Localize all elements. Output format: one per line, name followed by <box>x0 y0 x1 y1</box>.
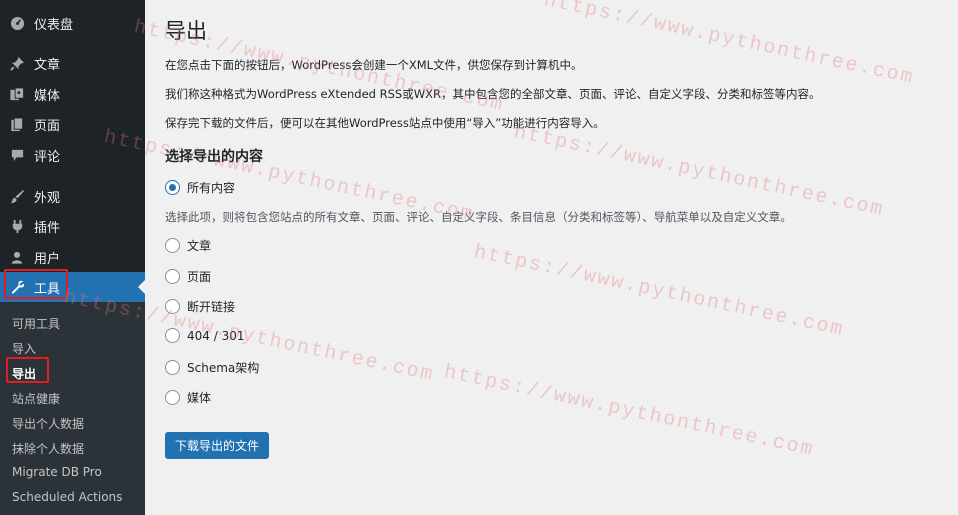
menu-label: 文章 <box>34 57 61 73</box>
radio-pages[interactable]: 页面 <box>165 268 211 285</box>
radio-button[interactable] <box>165 390 180 405</box>
plugin-icon <box>0 219 34 234</box>
comment-icon <box>0 148 34 163</box>
radio-button[interactable] <box>165 299 180 314</box>
download-export-button[interactable]: 下载导出的文件 <box>165 432 270 459</box>
page-title: 导出 <box>165 19 207 43</box>
radio-label: Schema架构 <box>187 361 260 375</box>
submenu-item-import[interactable]: 导入 <box>12 340 36 357</box>
admin-sidebar: 仪表盘 文章 媒体 页面 评论 外观 插件 用户 工具 可用工具 导入 导出 站… <box>0 0 145 515</box>
submenu-item-available-tools[interactable]: 可用工具 <box>12 315 60 332</box>
dashboard-icon <box>0 16 34 31</box>
radio-button[interactable] <box>165 269 180 284</box>
main-content: 导出 在您点击下面的按钮后，WordPress会创建一个XML文件，供您保存到计… <box>145 0 958 515</box>
radio-button[interactable] <box>165 180 180 195</box>
submenu-item-site-health[interactable]: 站点健康 <box>12 390 60 407</box>
active-arrow <box>138 280 145 294</box>
menu-item-posts[interactable]: 文章 <box>0 48 145 78</box>
description-2: 我们称这种格式为WordPress eXtended RSS或WXR，其中包含您… <box>165 87 821 101</box>
menu-label: 外观 <box>34 190 61 206</box>
submenu-item-export-personal-data[interactable]: 导出个人数据 <box>12 415 84 432</box>
radio-label: 断开链接 <box>187 300 236 314</box>
radio-all-content[interactable]: 所有内容 <box>165 179 235 196</box>
radio-posts[interactable]: 文章 <box>165 237 211 254</box>
menu-label: 用户 <box>34 251 61 267</box>
menu-item-plugins[interactable]: 插件 <box>0 211 145 241</box>
menu-item-dashboard[interactable]: 仪表盘 <box>0 8 145 38</box>
tools-submenu: 可用工具 导入 导出 站点健康 导出个人数据 抹除个人数据 Migrate DB… <box>0 302 145 515</box>
export-highlight-box <box>6 357 49 383</box>
menu-label: 评论 <box>34 149 61 165</box>
menu-item-media[interactable]: 媒体 <box>0 79 145 109</box>
description-3: 保存完下载的文件后，便可以在其他WordPress站点中使用“导入”功能进行内容… <box>165 116 605 130</box>
radio-label: 所有内容 <box>187 181 236 195</box>
radio-button[interactable] <box>165 238 180 253</box>
menu-label: 页面 <box>34 118 61 134</box>
media-icon <box>0 86 34 102</box>
brush-icon <box>0 189 34 204</box>
menu-item-appearance[interactable]: 外观 <box>0 181 145 211</box>
menu-item-users[interactable]: 用户 <box>0 242 145 272</box>
radio-label: 404 / 301 <box>187 328 245 343</box>
menu-label: 媒体 <box>34 88 61 104</box>
radio-404-301[interactable]: 404 / 301 <box>165 328 244 343</box>
radio-button[interactable] <box>165 360 180 375</box>
radio-label: 页面 <box>187 270 212 284</box>
menu-item-comments[interactable]: 评论 <box>0 140 145 170</box>
menu-label: 仪表盘 <box>34 17 74 33</box>
section-title: 选择导出的内容 <box>165 149 263 165</box>
menu-label: 插件 <box>34 220 61 236</box>
radio-media[interactable]: 媒体 <box>165 389 211 406</box>
submenu-item-scheduled-actions[interactable]: Scheduled Actions <box>12 490 122 504</box>
radio-label: 媒体 <box>187 391 212 405</box>
submenu-item-migrate-db-pro[interactable]: Migrate DB Pro <box>12 465 102 479</box>
all-content-hint: 选择此项，则将包含您站点的所有文章、页面、评论、自定义字段、条目信息（分类和标签… <box>165 210 792 224</box>
radio-schema[interactable]: Schema架构 <box>165 359 259 376</box>
radio-label: 文章 <box>187 239 212 253</box>
pushpin-icon <box>0 56 34 71</box>
menu-item-pages[interactable]: 页面 <box>0 109 145 139</box>
radio-broken-links[interactable]: 断开链接 <box>165 298 235 315</box>
tools-highlight-box <box>4 269 68 299</box>
page-icon <box>0 116 34 132</box>
radio-button[interactable] <box>165 328 180 343</box>
description-1: 在您点击下面的按钮后，WordPress会创建一个XML文件，供您保存到计算机中… <box>165 58 583 72</box>
submenu-item-erase-personal-data[interactable]: 抹除个人数据 <box>12 440 84 457</box>
user-icon <box>0 250 34 265</box>
